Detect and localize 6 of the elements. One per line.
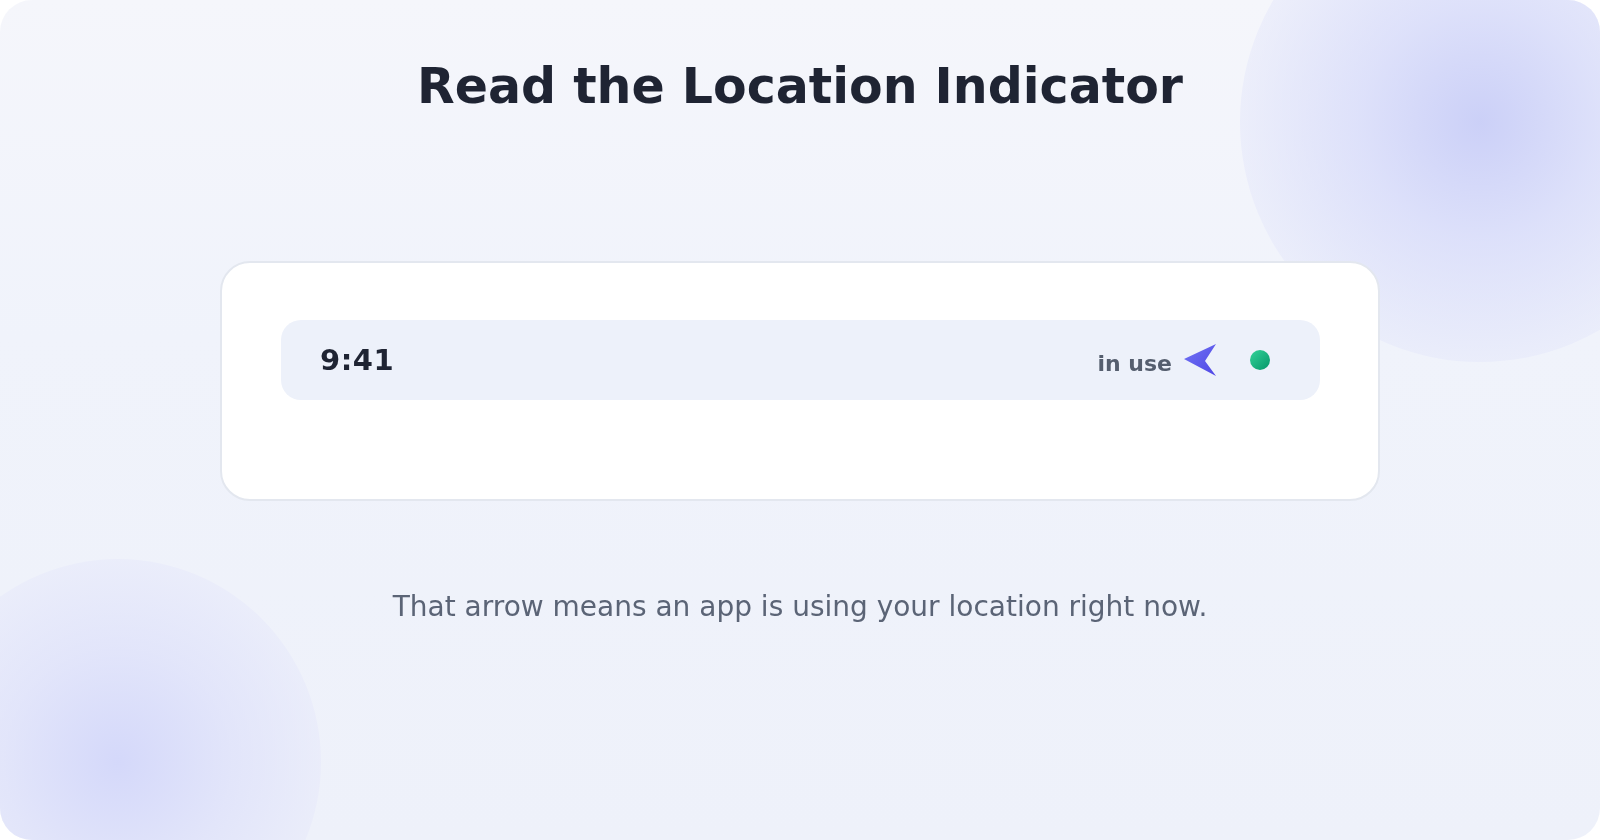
lesson-caption: That arrow means an app is using your location right now. (392, 589, 1208, 625)
lesson-title: Read the Location Indicator (417, 57, 1183, 117)
location-in-use-label: in use (1097, 350, 1172, 376)
status-time: 9:41 (320, 343, 395, 377)
location-arrow-icon (1184, 344, 1216, 376)
status-dot-icon (1250, 350, 1270, 370)
